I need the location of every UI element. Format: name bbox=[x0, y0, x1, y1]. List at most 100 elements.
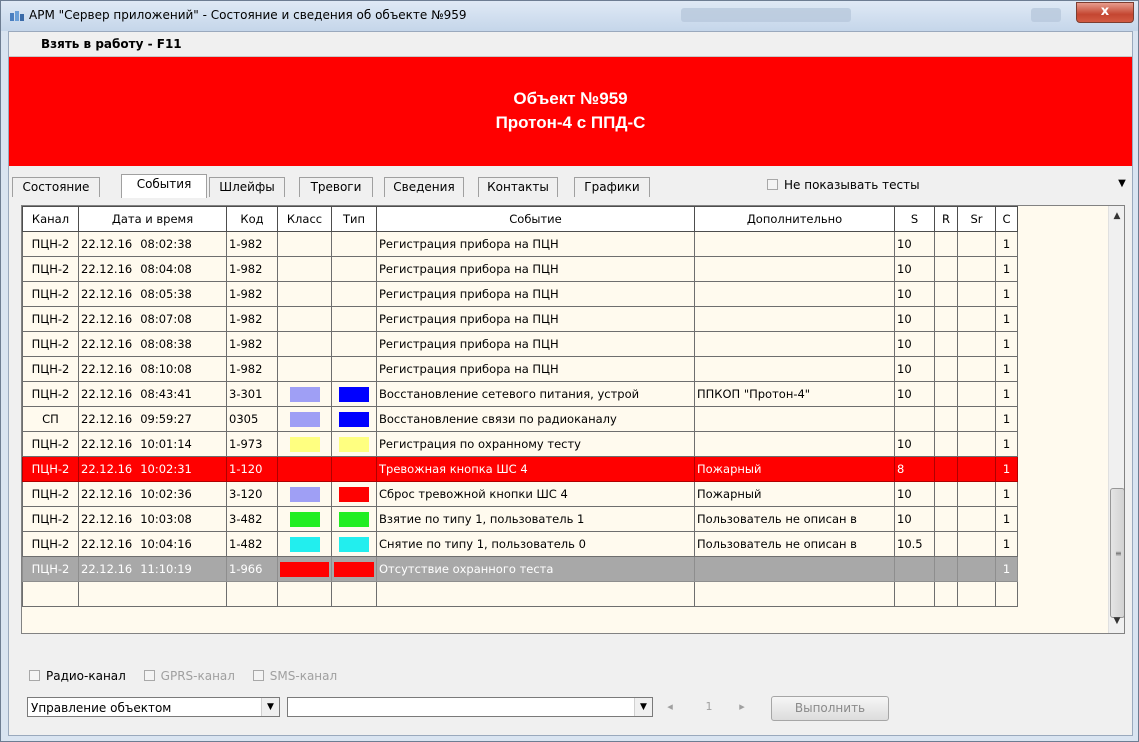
table-row[interactable]: ПЦН-2 22.12.16 08:07:08 1-982 Регистрация пр… bbox=[22, 306, 1094, 332]
column-header-sr[interactable]: Sr bbox=[957, 206, 996, 232]
channel-gprs-checkbox[interactable]: GPRS-канал bbox=[143, 669, 235, 683]
scroll-up-arrow-icon[interactable]: ▲ bbox=[1109, 208, 1124, 224]
column-header-channel[interactable]: Канал bbox=[22, 206, 79, 232]
column-header-class[interactable]: Класс bbox=[277, 206, 332, 232]
column-header-c[interactable]: C bbox=[995, 206, 1018, 232]
cell-time: 08:07:08 bbox=[140, 312, 192, 326]
title-bar[interactable]: АРМ "Сервер приложений" - Состояние и св… bbox=[1, 1, 1138, 31]
cell-extra bbox=[694, 556, 895, 582]
execute-button[interactable]: Выполнить bbox=[771, 696, 889, 721]
cell-extra: Пожарный bbox=[694, 456, 895, 482]
cell-time: 09:59:27 bbox=[140, 412, 192, 426]
column-header-code[interactable]: Код bbox=[226, 206, 278, 232]
cell-s: 10 bbox=[894, 256, 935, 282]
chevron-down-icon[interactable]: ▼ bbox=[261, 698, 279, 716]
cell-channel: ПЦН-2 bbox=[22, 556, 79, 582]
cell-event: Сброс тревожной кнопки ШС 4 bbox=[376, 481, 695, 507]
cell-datetime: 22.12.16 11:10:19 bbox=[78, 556, 227, 582]
hide-tests-label: Не показывать тесты bbox=[784, 178, 920, 192]
cell-r bbox=[934, 356, 958, 382]
check-box-icon[interactable] bbox=[143, 670, 155, 681]
cell-event: Регистрация прибора на ПЦН bbox=[376, 281, 695, 307]
cell-time: 11:10:19 bbox=[140, 562, 192, 576]
cell-empty bbox=[22, 581, 79, 607]
client-area: Взять в работу - F11 Объект №959 Протон-… bbox=[8, 31, 1133, 736]
column-header-datetime[interactable]: Дата и время bbox=[78, 206, 227, 232]
table-row[interactable]: ПЦН-2 22.12.16 10:02:31 1-120 Тревожная кноп… bbox=[22, 456, 1094, 482]
cell-blank bbox=[1017, 256, 1094, 282]
cell-time: 08:05:38 bbox=[140, 287, 192, 301]
table-row[interactable]: ПЦН-2 22.12.16 08:08:38 1-982 Регистрация пр… bbox=[22, 331, 1094, 357]
cell-channel: ПЦН-2 bbox=[22, 481, 79, 507]
cell-blank bbox=[1017, 481, 1094, 507]
channel-radio-checkbox[interactable]: Радио-канал bbox=[29, 669, 126, 683]
tab-alarms[interactable]: Тревоги bbox=[299, 177, 373, 197]
tab-events[interactable]: События bbox=[121, 174, 207, 198]
control-bar: Управление объектом ▼ ▼ ◂ 1 ▸ Выполнить bbox=[27, 696, 1117, 721]
pager-value[interactable]: 1 bbox=[689, 697, 729, 717]
column-header-event[interactable]: Событие bbox=[376, 206, 695, 232]
column-header-blank bbox=[1017, 206, 1094, 232]
channel-sms-checkbox[interactable]: SMS-канал bbox=[252, 669, 337, 683]
table-row[interactable]: ПЦН-2 22.12.16 08:04:08 1-982 Регистрация пр… bbox=[22, 256, 1094, 282]
tab-charts[interactable]: Графики bbox=[574, 177, 650, 197]
cell-code: 1-973 bbox=[226, 431, 278, 457]
cell-time: 08:08:38 bbox=[140, 337, 192, 351]
cell-class-swatch bbox=[277, 556, 332, 582]
table-row[interactable]: ПЦН-2 22.12.16 08:10:08 1-982 Регистрация пр… bbox=[22, 356, 1094, 382]
tab-info[interactable]: Сведения bbox=[384, 177, 464, 197]
table-header-row: Канал Дата и время Код Класс Тип Событие… bbox=[22, 206, 1094, 232]
cell-date: 22.12.16 bbox=[81, 412, 133, 426]
close-button[interactable]: x bbox=[1076, 2, 1134, 23]
cell-event: Регистрация прибора на ПЦН bbox=[376, 231, 695, 257]
cell-type-swatch bbox=[331, 231, 377, 257]
table-row[interactable]: ПЦН-2 22.12.16 08:02:38 1-982 Регистрация пр… bbox=[22, 231, 1094, 257]
table-row[interactable]: СП 22.12.16 09:59:27 0305 Восстановление свя… bbox=[22, 406, 1094, 432]
check-box-icon[interactable] bbox=[29, 670, 40, 681]
take-work-menu-item[interactable]: Взять в работу - F11 bbox=[41, 37, 182, 51]
scrollbar-thumb[interactable]: ≡ bbox=[1110, 488, 1124, 618]
column-header-r[interactable]: R bbox=[934, 206, 958, 232]
pager-next-icon[interactable]: ▸ bbox=[733, 697, 751, 717]
column-header-type[interactable]: Тип bbox=[331, 206, 377, 232]
column-header-extra[interactable]: Дополнительно bbox=[694, 206, 895, 232]
cell-extra: Пользователь не описан в bbox=[694, 506, 895, 532]
color-swatch bbox=[280, 561, 329, 577]
table-row[interactable]: ПЦН-2 22.12.16 08:05:38 1-982 Регистрация пр… bbox=[22, 281, 1094, 307]
cell-r bbox=[934, 456, 958, 482]
tab-contacts[interactable]: Контакты bbox=[478, 177, 558, 197]
table-row[interactable]: ПЦН-2 22.12.16 11:10:19 1-966 Отсутствие охр… bbox=[22, 556, 1094, 582]
table-row[interactable]: ПЦН-2 22.12.16 10:01:14 1-973 Регистрация по… bbox=[22, 431, 1094, 457]
action-select[interactable]: Управление объектом ▼ bbox=[27, 697, 280, 717]
cell-sr bbox=[957, 481, 996, 507]
color-swatch bbox=[289, 511, 320, 527]
cell-s: 10 bbox=[894, 481, 935, 507]
table-row[interactable]: ПЦН-2 22.12.16 10:02:36 3-120 Сброс тревожно… bbox=[22, 481, 1094, 507]
cell-event: Регистрация прибора на ПЦН bbox=[376, 256, 695, 282]
table-row[interactable]: ПЦН-2 22.12.16 10:04:16 1-482 Снятие по типу… bbox=[22, 531, 1094, 557]
color-swatch bbox=[280, 461, 329, 477]
tab-scroll-down-button[interactable]: ▼ bbox=[1114, 175, 1130, 193]
window-title: АРМ "Сервер приложений" - Состояние и св… bbox=[29, 8, 467, 22]
cell-date: 22.12.16 bbox=[81, 362, 133, 376]
cell-datetime: 22.12.16 10:02:31 bbox=[78, 456, 227, 482]
color-swatch bbox=[289, 436, 320, 452]
table-row[interactable]: ПЦН-2 22.12.16 08:43:41 3-301 Восстановление… bbox=[22, 381, 1094, 407]
check-box-icon[interactable] bbox=[252, 670, 264, 681]
chevron-down-icon[interactable]: ▼ bbox=[634, 698, 652, 716]
scroll-down-arrow-icon[interactable]: ▼ bbox=[1109, 613, 1124, 629]
hide-tests-check-box[interactable] bbox=[767, 179, 778, 190]
cell-type-swatch bbox=[331, 456, 377, 482]
tab-loops[interactable]: Шлейфы bbox=[209, 177, 285, 197]
tab-state[interactable]: Состояние bbox=[12, 177, 100, 197]
column-header-s[interactable]: S bbox=[894, 206, 935, 232]
cell-date: 22.12.16 bbox=[81, 337, 133, 351]
table-row[interactable]: ПЦН-2 22.12.16 10:03:08 3-482 Взятие по типу… bbox=[22, 506, 1094, 532]
command-select[interactable]: ▼ bbox=[287, 697, 653, 717]
vertical-scrollbar[interactable]: ▲ ≡ ▼ bbox=[1108, 206, 1124, 633]
pager-prev-icon[interactable]: ◂ bbox=[661, 697, 679, 717]
cell-class-swatch bbox=[277, 456, 332, 482]
hide-tests-checkbox[interactable]: Не показывать тесты bbox=[767, 178, 920, 192]
channel-filters: Радио-канал GPRS-канал SMS-канал bbox=[29, 669, 351, 683]
cell-datetime: 22.12.16 09:59:27 bbox=[78, 406, 227, 432]
